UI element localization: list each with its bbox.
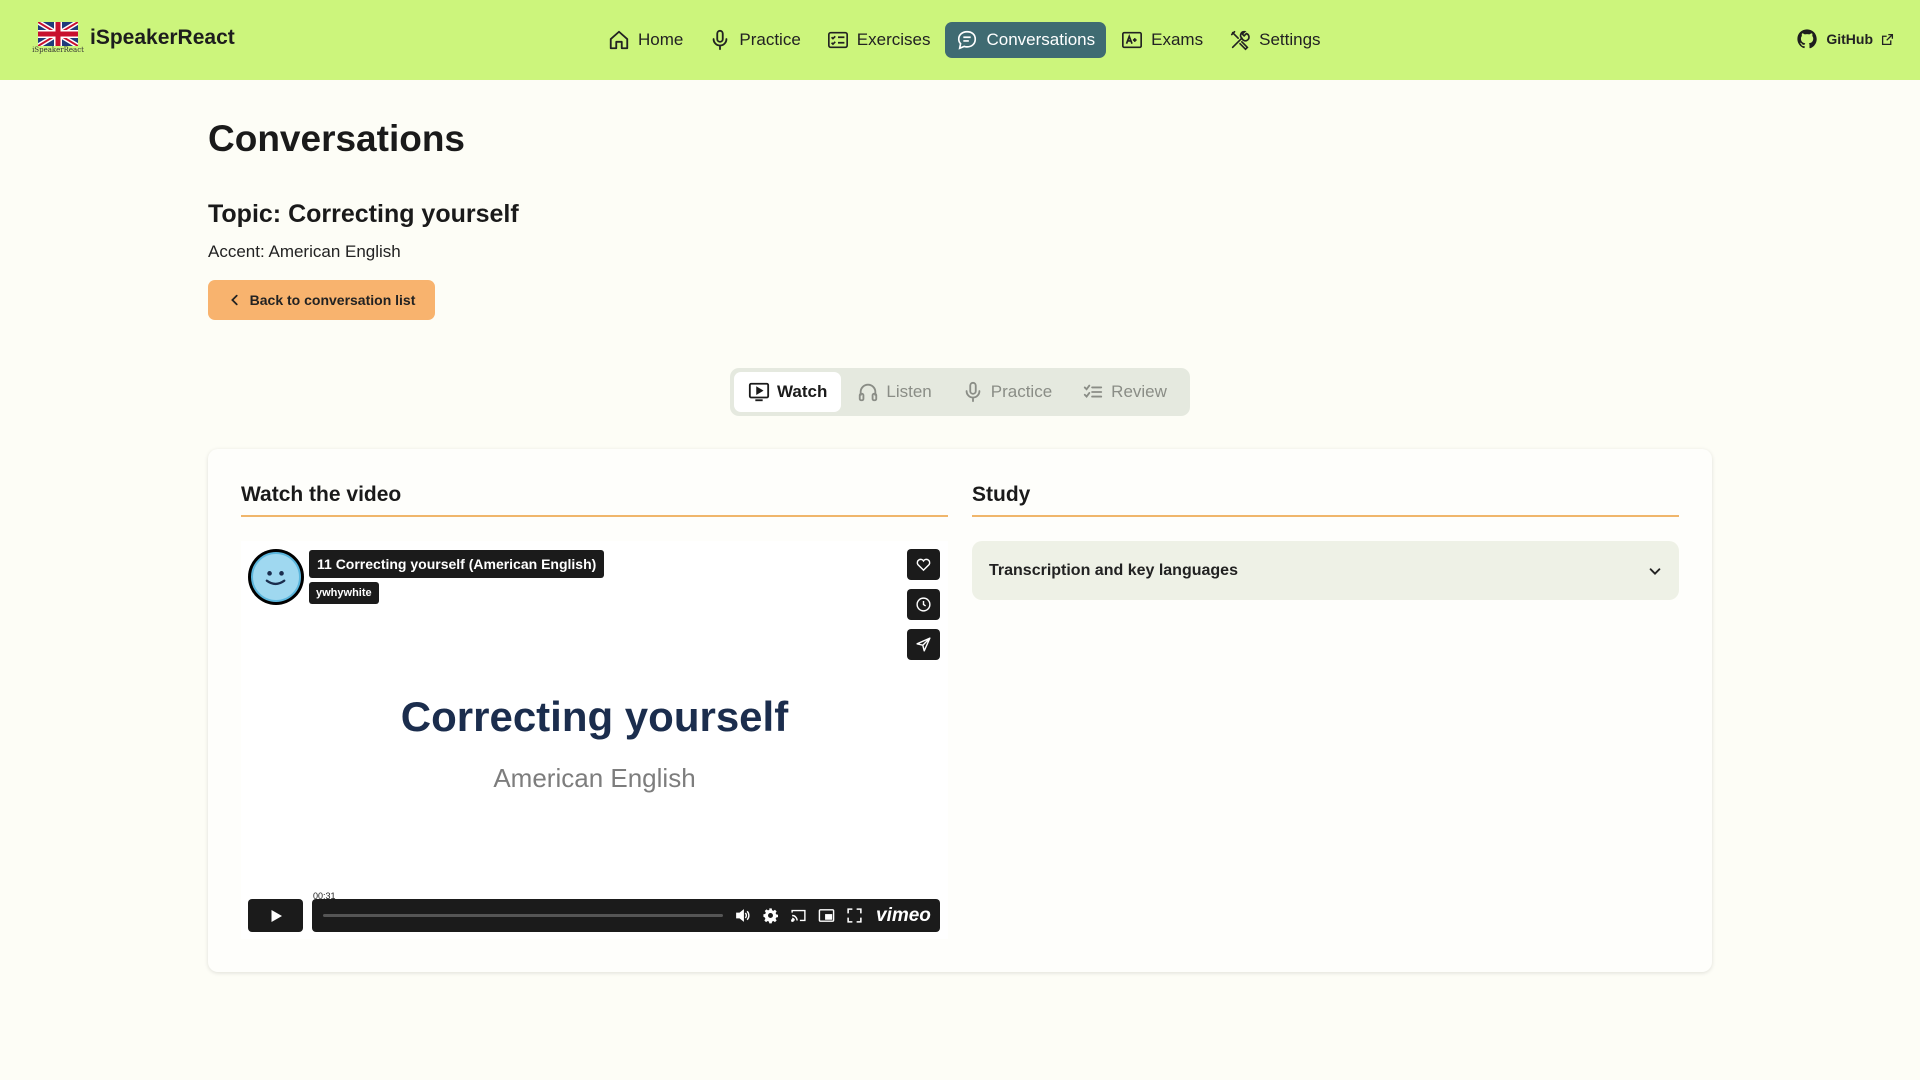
microphone-icon xyxy=(713,29,728,51)
video-player[interactable]: 11 Correcting yourself (American English… xyxy=(241,541,948,939)
checklist-icon xyxy=(1084,384,1103,398)
share-button[interactable] xyxy=(907,629,940,660)
back-to-list-button[interactable]: Back to conversation list xyxy=(208,280,435,320)
tv-play-icon xyxy=(748,382,770,402)
progress-bar[interactable] xyxy=(323,914,723,917)
nav-item-label: Settings xyxy=(1259,30,1321,49)
video-controls: vimeo xyxy=(734,899,931,932)
picture-in-picture-icon[interactable] xyxy=(818,907,835,924)
study-section-title: Study xyxy=(972,483,1679,517)
gear-icon[interactable] xyxy=(762,907,779,924)
play-button[interactable] xyxy=(248,899,303,932)
page-title: Conversations xyxy=(208,118,466,159)
send-icon xyxy=(916,637,931,652)
github-icon xyxy=(1797,29,1818,49)
nav-item-conversations[interactable]: Conversations xyxy=(945,22,1107,58)
watch-later-button[interactable] xyxy=(907,589,940,620)
smiley-icon xyxy=(265,571,286,586)
video-control-bar: vimeo xyxy=(312,899,940,932)
video-owner[interactable]: ywhywhite xyxy=(309,582,379,604)
tab-watch[interactable]: Watch xyxy=(734,372,842,412)
nav-item-label: Exams xyxy=(1151,30,1204,49)
checklist-icon xyxy=(827,31,848,49)
nav-item-label: Home xyxy=(638,30,684,49)
brand-name: iSpeakerReact xyxy=(90,26,235,49)
nav-item-settings[interactable]: Settings xyxy=(1218,22,1331,58)
brand-logo: iSpeakerReact xyxy=(32,22,84,54)
nav-item-practice[interactable]: Practice xyxy=(698,22,811,58)
microphone-icon xyxy=(965,381,981,403)
brand[interactable]: iSpeakerReact iSpeakerReact xyxy=(32,22,235,54)
exam-icon xyxy=(1122,31,1143,49)
cast-icon[interactable] xyxy=(790,907,807,924)
nav-item-exercises[interactable]: Exercises xyxy=(816,22,942,58)
github-link[interactable]: GitHub xyxy=(1796,28,1894,50)
play-icon xyxy=(271,909,282,922)
video-heading: Correcting yourself xyxy=(400,693,789,740)
back-button-label: Back to conversation list xyxy=(249,292,416,308)
tab-label: Review xyxy=(1111,382,1167,401)
nav-item-label: Conversations xyxy=(986,30,1096,49)
tab-review[interactable]: Review xyxy=(1068,372,1181,412)
mode-tabs: Watch Listen Practice Review xyxy=(730,368,1190,416)
tab-practice[interactable]: Practice xyxy=(948,372,1066,412)
external-link-icon xyxy=(1881,33,1894,45)
nav-item-home[interactable]: Home xyxy=(597,22,694,58)
uk-flag-icon xyxy=(38,22,78,46)
accordion-label: Transcription and key languages xyxy=(989,561,1238,579)
tab-label: Listen xyxy=(886,382,932,401)
channel-avatar[interactable] xyxy=(248,549,304,605)
nav-item-exams[interactable]: Exams xyxy=(1110,22,1214,58)
tab-listen[interactable]: Listen xyxy=(843,372,945,412)
transcription-accordion[interactable]: Transcription and key languages xyxy=(972,541,1679,600)
accent-label: Accent: American English xyxy=(208,242,401,261)
tab-label: Watch xyxy=(777,382,828,401)
fullscreen-icon[interactable] xyxy=(846,907,863,924)
clock-icon xyxy=(916,597,931,612)
brand-logo-caption: iSpeakerReact xyxy=(32,46,84,54)
like-button[interactable] xyxy=(907,549,940,580)
nav-item-label: Exercises xyxy=(856,30,931,49)
video-title[interactable]: 11 Correcting yourself (American English… xyxy=(309,550,605,578)
nav-item-label: Practice xyxy=(739,30,801,49)
watch-section-title: Watch the video xyxy=(241,483,948,517)
chevron-down-icon xyxy=(1649,567,1661,575)
volume-icon[interactable] xyxy=(734,907,751,924)
video-subheading: American English xyxy=(493,763,696,793)
home-icon xyxy=(609,30,629,50)
github-label: GitHub xyxy=(1826,31,1873,47)
vimeo-logo[interactable]: vimeo xyxy=(876,905,931,927)
main-nav: Home Practice Exercises Conversations Ex… xyxy=(597,22,1332,58)
chevron-left-icon xyxy=(230,294,238,306)
tab-label: Practice xyxy=(990,382,1053,401)
heart-icon xyxy=(916,558,931,572)
top-navbar: iSpeakerReact iSpeakerReact Home Practic… xyxy=(0,0,1920,80)
tools-icon xyxy=(1231,30,1250,51)
chat-bubble-icon xyxy=(958,30,977,50)
topic-title: Topic: Correcting yourself xyxy=(208,200,519,228)
content-card: Watch the video Study 11 Correcting your… xyxy=(208,449,1712,972)
headphones-icon xyxy=(859,383,878,402)
